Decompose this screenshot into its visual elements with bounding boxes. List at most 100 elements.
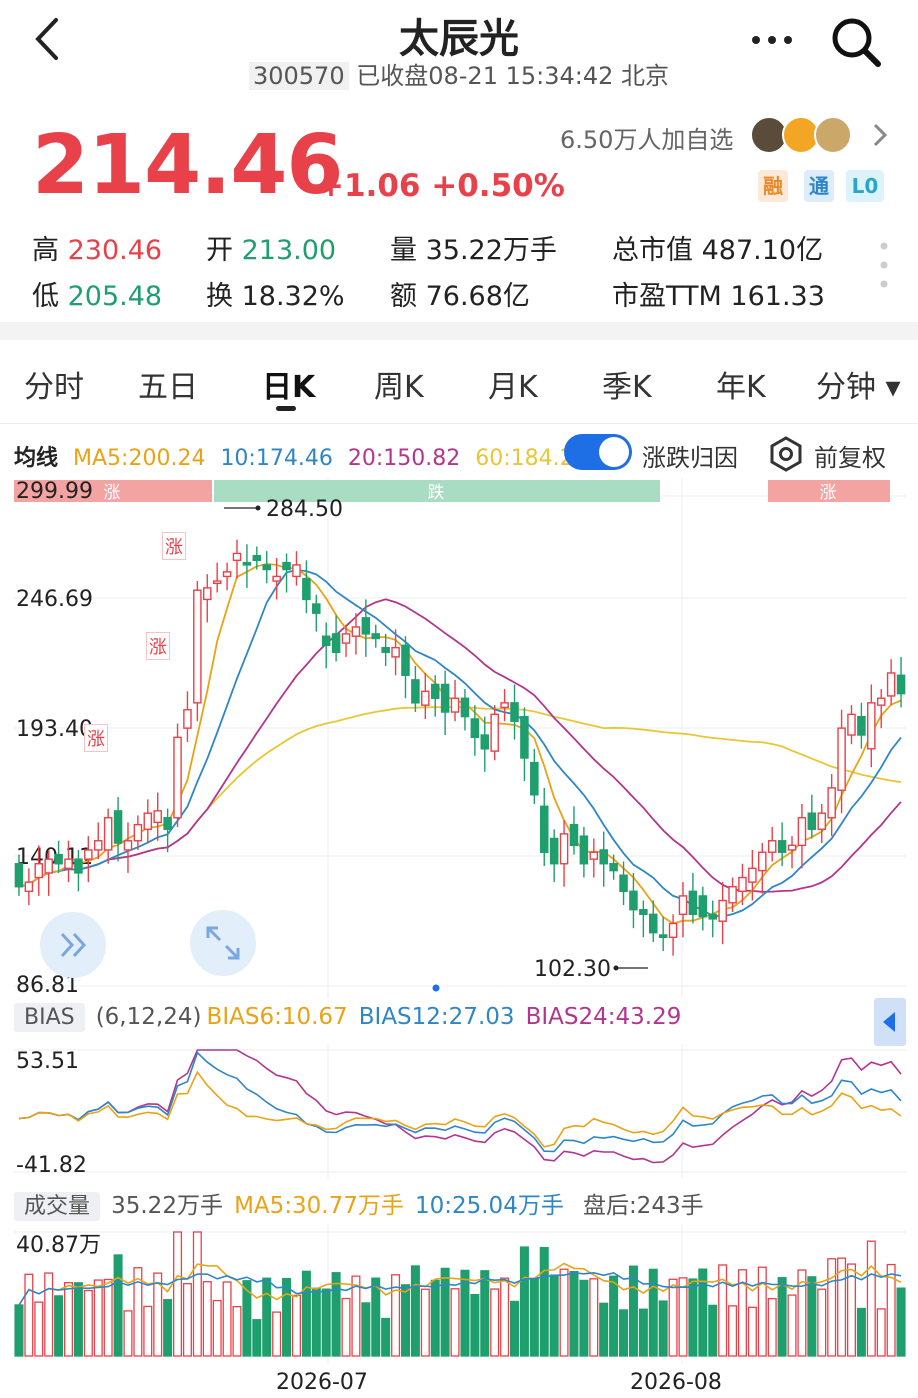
candle-body — [896, 674, 906, 695]
adjust-settings[interactable]: 前复权 — [768, 434, 898, 472]
volume-bar — [400, 1284, 411, 1357]
candle-body — [648, 913, 658, 934]
tab-4[interactable]: 月K — [488, 362, 538, 406]
status-line: 300570 已收盘08-21 15:34:42 北京 — [0, 56, 918, 91]
candle-body — [470, 718, 480, 739]
candle — [133, 815, 143, 850]
bias-chip[interactable]: BIAS — [14, 1003, 85, 1032]
candle — [173, 723, 182, 827]
candle-body — [748, 867, 757, 883]
search-icon[interactable] — [828, 14, 884, 70]
volume-ma10: 10:25.04万手 — [414, 1193, 564, 1219]
volume-chip[interactable]: 成交量 — [14, 1192, 101, 1221]
candle-body — [876, 697, 886, 706]
candle-body — [728, 886, 737, 904]
volume-y-top: 40.87万 — [16, 1233, 101, 1258]
tab-0[interactable]: 分时 — [24, 362, 84, 406]
volume-bar — [529, 1277, 539, 1357]
candle-body — [331, 633, 341, 653]
candle-body — [183, 709, 192, 729]
price-tag-up: 涨 — [162, 532, 186, 560]
candle-body — [658, 934, 668, 938]
band-label: 涨 — [104, 483, 121, 503]
candle — [797, 803, 807, 869]
candle — [84, 836, 93, 883]
volume-bar — [619, 1309, 629, 1357]
stat-pe-ttm: 市盈TTM 161.33 — [612, 281, 825, 312]
fullscreen-button[interactable] — [190, 910, 256, 976]
volume-bar — [757, 1266, 767, 1357]
candlestick-chart[interactable]: 涨跌涨299.99246.69193.40140.1186.81284.5010… — [0, 478, 918, 998]
volume-bar — [341, 1297, 351, 1357]
candle-body — [242, 561, 252, 566]
attribution-toggle[interactable] — [564, 434, 632, 470]
volume-bar — [192, 1231, 202, 1357]
candle-body — [44, 858, 53, 874]
watchers-row[interactable]: 6.50万人加自选 — [560, 116, 900, 160]
volume-bar — [688, 1278, 698, 1357]
volume-bar — [361, 1302, 371, 1357]
candle — [212, 562, 222, 593]
volume-bar — [371, 1277, 381, 1357]
candle — [460, 689, 470, 731]
candle — [569, 806, 579, 855]
volume-bar — [787, 1294, 797, 1357]
low-value-label: 102.30 — [534, 957, 611, 982]
volume-bar — [311, 1287, 321, 1357]
volume-bar — [212, 1299, 222, 1357]
volume-bar — [470, 1293, 480, 1357]
market-status: 已收盘08-21 15:34:42 北京 — [356, 62, 670, 90]
volume-bar — [14, 1304, 24, 1357]
attribution-label: 涨跌归因 — [642, 444, 738, 472]
candle — [549, 829, 559, 883]
candle — [331, 615, 341, 662]
candle-body — [361, 617, 371, 635]
volume-bar — [430, 1279, 440, 1357]
candle — [758, 843, 767, 894]
margin-badge: 融 — [758, 170, 788, 202]
tab-7[interactable]: 分钟 ▾ — [816, 362, 901, 406]
tab-6[interactable]: 年K — [716, 362, 766, 406]
stat-open: 开 213.00 — [206, 235, 337, 266]
section-divider — [0, 322, 918, 340]
watchers-count: 6.50万人加自选 — [560, 126, 734, 154]
candle-body — [807, 812, 817, 830]
expand-dots-icon[interactable] — [878, 240, 890, 290]
more-icon[interactable] — [748, 30, 796, 50]
bias-legend: BIAS (6,12,24) BIAS6:10.67 BIAS12:27.03 … — [14, 1003, 681, 1032]
candle-body — [103, 817, 113, 851]
chevron-right-icon — [872, 122, 888, 152]
tab-2[interactable]: 日K — [262, 362, 315, 406]
hexagon-gear-icon — [768, 436, 804, 476]
volume-chart[interactable]: 40.87万 — [0, 1224, 918, 1364]
bias-y-top: 53.51 — [16, 1049, 79, 1074]
volume-bar — [767, 1297, 777, 1357]
tab-5[interactable]: 季K — [602, 362, 652, 406]
bias-chart[interactable]: 53.51 -41.82 — [0, 1044, 918, 1179]
candle — [896, 656, 906, 708]
candle-body — [886, 672, 896, 697]
volume-bar — [410, 1265, 420, 1357]
tab-1[interactable]: 五日 — [138, 362, 198, 406]
candle-body — [559, 833, 569, 865]
candle — [401, 636, 410, 699]
bias6-value: BIAS6:10.67 — [206, 1004, 348, 1030]
candle-body — [767, 840, 777, 853]
candle-body — [401, 644, 410, 676]
candle — [24, 868, 34, 906]
tab-3[interactable]: 周K — [374, 362, 424, 406]
candle — [817, 803, 827, 844]
candle — [688, 872, 698, 924]
collapse-panel-button[interactable] — [874, 998, 906, 1046]
candle-body — [539, 805, 549, 853]
volume-bar — [658, 1300, 668, 1357]
volume-bar — [609, 1275, 619, 1357]
candle — [708, 900, 718, 938]
candle — [847, 705, 856, 745]
volume-bar — [668, 1278, 678, 1357]
candle — [589, 838, 599, 878]
price-tag-up: 涨 — [84, 724, 108, 752]
candle-body — [450, 697, 460, 713]
fast-forward-button[interactable] — [40, 912, 106, 978]
volume-bar — [63, 1282, 74, 1357]
